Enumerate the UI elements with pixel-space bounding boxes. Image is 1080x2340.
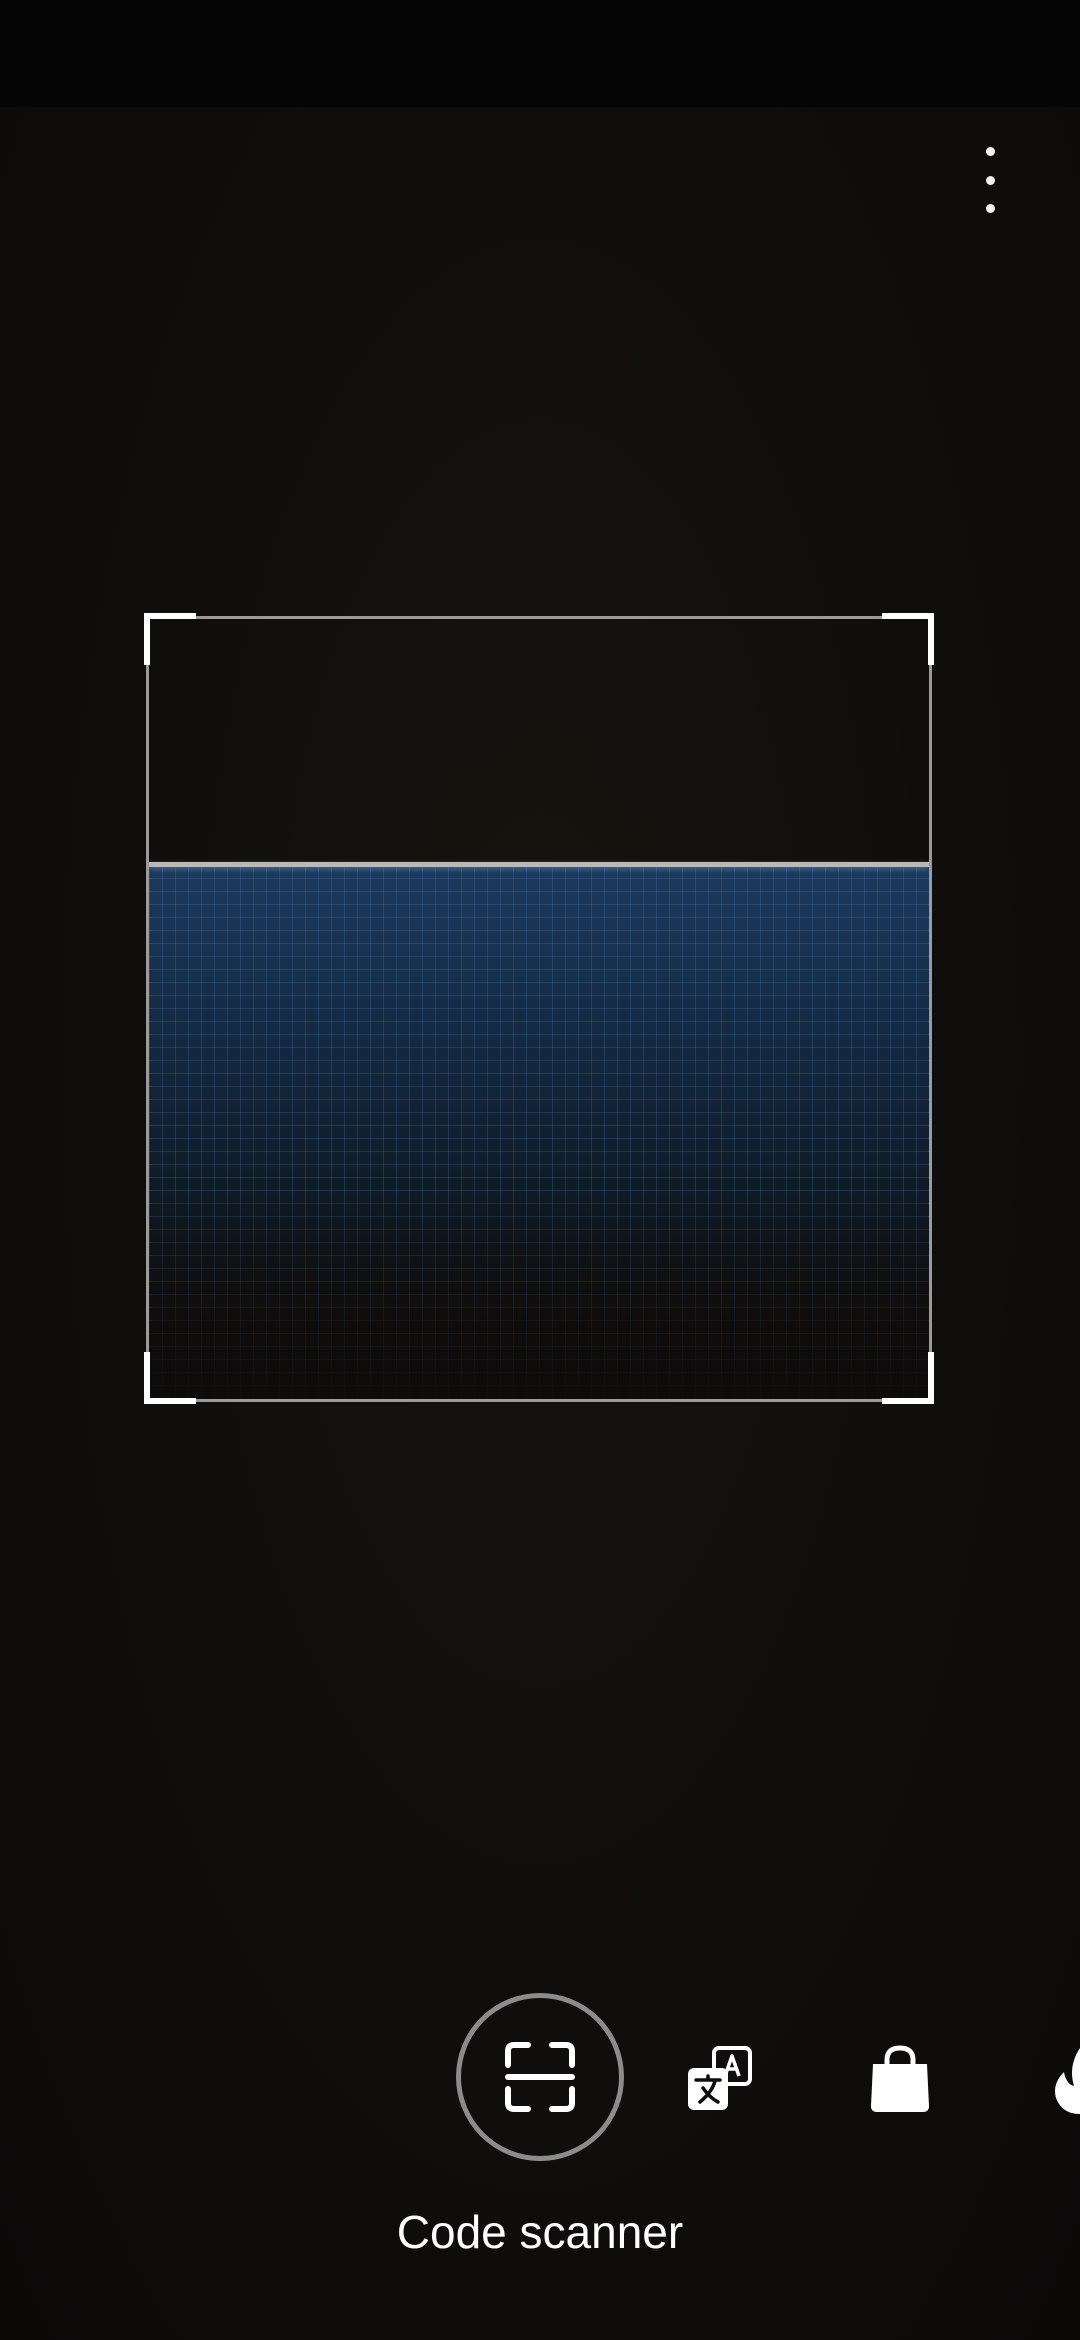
- status-bar: [0, 0, 1080, 107]
- mode-code-scanner-button[interactable]: [456, 1993, 624, 2161]
- code-scanner-icon: [505, 2042, 575, 2112]
- current-mode-label: Code scanner: [396, 2206, 684, 2258]
- more-vert-icon[interactable]: [960, 135, 1020, 225]
- menu-dot: [985, 175, 995, 185]
- mode-shopping-button[interactable]: [860, 2040, 940, 2120]
- scan-line: [149, 862, 929, 867]
- menu-dot: [985, 204, 995, 213]
- camera-screen: Code scanner: [0, 0, 1080, 2340]
- translate-icon: [688, 2046, 752, 2110]
- viewfinder-corner-top-left: [144, 613, 196, 665]
- mode-translate-button[interactable]: [680, 2040, 760, 2120]
- viewfinder-corner-top-right: [882, 613, 934, 665]
- menu-dot: [985, 147, 995, 156]
- shopping-bag-icon: [871, 2045, 929, 2112]
- viewfinder-corner-bottom-right: [882, 1352, 934, 1404]
- scan-viewfinder: [146, 616, 932, 1402]
- viewfinder-corner-bottom-left: [144, 1352, 196, 1404]
- flame-icon: [1055, 2048, 1080, 2114]
- mode-dining-button[interactable]: [1040, 2040, 1080, 2120]
- scan-grid: [149, 865, 929, 1399]
